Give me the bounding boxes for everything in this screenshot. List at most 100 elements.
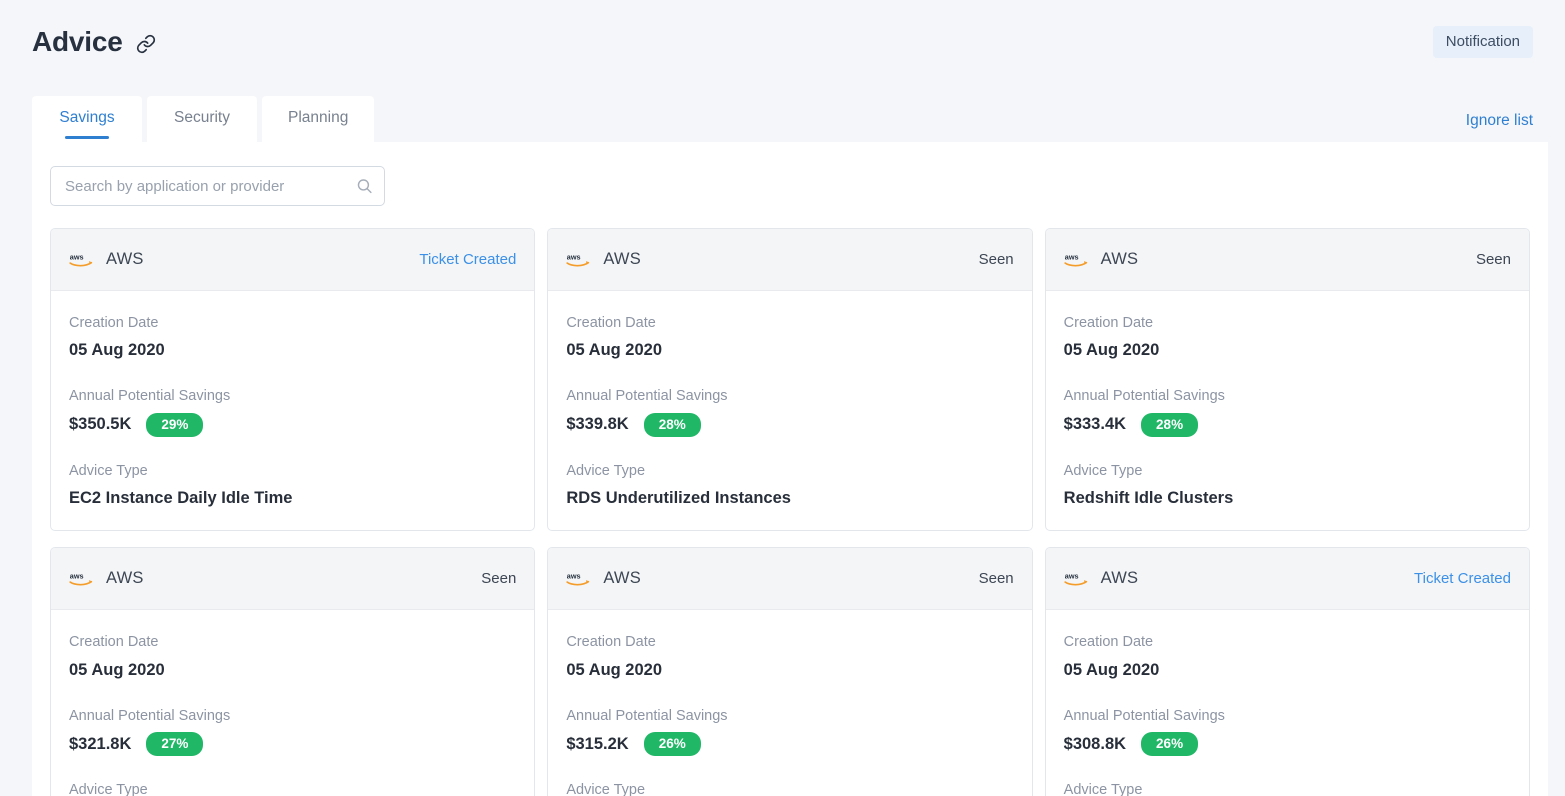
annual-savings-value: $321.8K xyxy=(69,734,132,753)
field-advice-type: Advice Type RDS Underutilized Instances xyxy=(566,461,1013,510)
savings-row: $321.8K 27% xyxy=(69,731,516,757)
annual-savings-label: Annual Potential Savings xyxy=(566,388,728,405)
advice-card-4[interactable]: aws AWS Seen Creation Date 05 Aug 2020 A… xyxy=(547,547,1033,796)
page-header: Advice Notification xyxy=(0,0,1565,84)
card-body: Creation Date 05 Aug 2020 Annual Potenti… xyxy=(548,610,1031,796)
creation-date-value: 05 Aug 2020 xyxy=(1063,341,1160,360)
content-panel: aws AWS Ticket Created Creation Date 05 … xyxy=(32,142,1548,796)
field-creation-date: Creation Date 05 Aug 2020 xyxy=(1064,632,1511,681)
link-icon[interactable] xyxy=(136,34,156,54)
creation-date-label: Creation Date xyxy=(566,315,656,331)
field-advice-type: Advice Type EC2 Underutilized Instances xyxy=(566,780,1013,796)
advice-card-1[interactable]: aws AWS Seen Creation Date 05 Aug 2020 A… xyxy=(547,228,1033,532)
field-annual-savings: Annual Potential Savings $339.8K 28% xyxy=(566,386,1013,437)
card-provider: aws AWS xyxy=(566,568,641,590)
advice-type-label: Advice Type xyxy=(566,782,646,796)
provider-name: AWS xyxy=(106,569,144,588)
creation-date-value: 05 Aug 2020 xyxy=(1063,660,1160,679)
savings-percent-badge: 26% xyxy=(643,731,701,757)
card-status-ticket-created[interactable]: Ticket Created xyxy=(1414,570,1511,587)
card-body: Creation Date 05 Aug 2020 Annual Potenti… xyxy=(1046,610,1529,796)
aws-logo-icon: aws xyxy=(1064,568,1091,590)
annual-savings-label: Annual Potential Savings xyxy=(69,388,231,405)
aws-logo-icon: aws xyxy=(566,568,593,590)
card-status-seen: Seen xyxy=(978,570,1014,588)
svg-text:aws: aws xyxy=(1064,252,1078,261)
creation-date-value: 05 Aug 2020 xyxy=(69,341,165,360)
annual-savings-label: Annual Potential Savings xyxy=(566,707,728,724)
savings-row: $315.2K 26% xyxy=(566,731,1013,757)
annual-savings-value: $350.5K xyxy=(69,415,132,434)
tab-savings[interactable]: Savings xyxy=(32,96,142,142)
card-status-seen: Seen xyxy=(978,251,1014,268)
savings-row: $339.8K 28% xyxy=(566,412,1013,437)
savings-row: $308.8K 26% xyxy=(1064,731,1511,757)
creation-date-label: Creation Date xyxy=(566,634,656,651)
card-header: aws AWS Seen xyxy=(1045,229,1529,291)
card-header: aws AWS Seen xyxy=(51,548,535,611)
advice-type-value: Redshift Idle Clusters xyxy=(1063,489,1234,508)
ignore-list-link[interactable]: Ignore list xyxy=(1466,112,1533,142)
provider-name: AWS xyxy=(1100,250,1139,268)
card-body: Creation Date 05 Aug 2020 Annual Potenti… xyxy=(1046,291,1529,530)
field-advice-type: Advice Type EC2 Idle Instances xyxy=(1064,780,1511,796)
advice-card-0[interactable]: aws AWS Ticket Created Creation Date 05 … xyxy=(50,228,536,532)
card-provider: aws AWS xyxy=(1064,568,1139,590)
creation-date-label: Creation Date xyxy=(69,315,159,331)
card-header: aws AWS Ticket Created xyxy=(1045,548,1529,611)
field-creation-date: Creation Date 05 Aug 2020 xyxy=(1064,313,1511,362)
field-creation-date: Creation Date 05 Aug 2020 xyxy=(566,632,1013,681)
annual-savings-label: Annual Potential Savings xyxy=(69,707,231,724)
svg-text:aws: aws xyxy=(70,571,84,580)
card-header: aws AWS Seen xyxy=(548,548,1032,611)
savings-percent-badge: 27% xyxy=(146,731,204,757)
advice-type-value: EC2 Instance Daily Idle Time xyxy=(69,489,293,508)
card-status-seen: Seen xyxy=(1475,251,1511,268)
tab-planning[interactable]: Planning xyxy=(262,96,375,142)
card-provider: aws AWS xyxy=(1064,249,1139,271)
advice-card-grid: aws AWS Ticket Created Creation Date 05 … xyxy=(32,228,1548,796)
advice-type-label: Advice Type xyxy=(69,782,148,796)
annual-savings-value: $315.2K xyxy=(566,734,629,753)
card-provider: aws AWS xyxy=(566,249,641,271)
search-area xyxy=(32,142,1548,228)
card-status-ticket-created[interactable]: Ticket Created xyxy=(419,251,516,268)
provider-name: AWS xyxy=(603,250,641,268)
field-annual-savings: Annual Potential Savings $321.8K 27% xyxy=(69,706,516,757)
savings-percent-badge: 29% xyxy=(146,412,204,437)
advice-type-value: RDS Underutilized Instances xyxy=(566,489,791,508)
field-advice-type: Advice Type Redshift Idle Clusters xyxy=(1064,461,1511,510)
card-provider: aws AWS xyxy=(69,568,144,590)
svg-text:aws: aws xyxy=(567,571,581,580)
search-icon[interactable] xyxy=(356,178,373,195)
advice-card-2[interactable]: aws AWS Seen Creation Date 05 Aug 2020 A… xyxy=(1044,228,1530,532)
card-header: aws AWS Seen xyxy=(548,229,1032,291)
advice-type-label: Advice Type xyxy=(69,462,148,479)
provider-name: AWS xyxy=(106,250,144,268)
card-status-seen: Seen xyxy=(481,570,517,588)
search-input[interactable] xyxy=(50,166,385,206)
aws-logo-icon: aws xyxy=(1064,249,1091,271)
field-advice-type: Advice Type Redshift Underutilized Clust… xyxy=(69,780,516,796)
advice-card-3[interactable]: aws AWS Seen Creation Date 05 Aug 2020 A… xyxy=(50,547,536,796)
advice-card-5[interactable]: aws AWS Ticket Created Creation Date 05 … xyxy=(1044,547,1530,796)
advice-type-label: Advice Type xyxy=(1063,782,1143,796)
aws-logo-icon: aws xyxy=(69,249,96,271)
provider-name: AWS xyxy=(1100,569,1139,588)
creation-date-value: 05 Aug 2020 xyxy=(69,660,165,679)
tabs-row: Savings Security Planning Ignore list xyxy=(0,84,1565,142)
card-body: Creation Date 05 Aug 2020 Annual Potenti… xyxy=(548,291,1031,530)
creation-date-label: Creation Date xyxy=(1063,315,1154,331)
tab-security[interactable]: Security xyxy=(147,96,257,142)
card-provider: aws AWS xyxy=(69,249,144,271)
card-body: Creation Date 05 Aug 2020 Annual Potenti… xyxy=(51,610,534,796)
creation-date-label: Creation Date xyxy=(1063,634,1154,651)
aws-logo-icon: aws xyxy=(566,249,593,271)
title-group: Advice xyxy=(32,26,156,58)
creation-date-value: 05 Aug 2020 xyxy=(566,660,663,679)
savings-percent-badge: 26% xyxy=(1141,731,1199,757)
savings-percent-badge: 28% xyxy=(1141,412,1199,437)
notification-button[interactable]: Notification xyxy=(1432,26,1533,58)
field-annual-savings: Annual Potential Savings $350.5K 29% xyxy=(69,386,516,437)
card-body: Creation Date 05 Aug 2020 Annual Potenti… xyxy=(51,291,534,530)
